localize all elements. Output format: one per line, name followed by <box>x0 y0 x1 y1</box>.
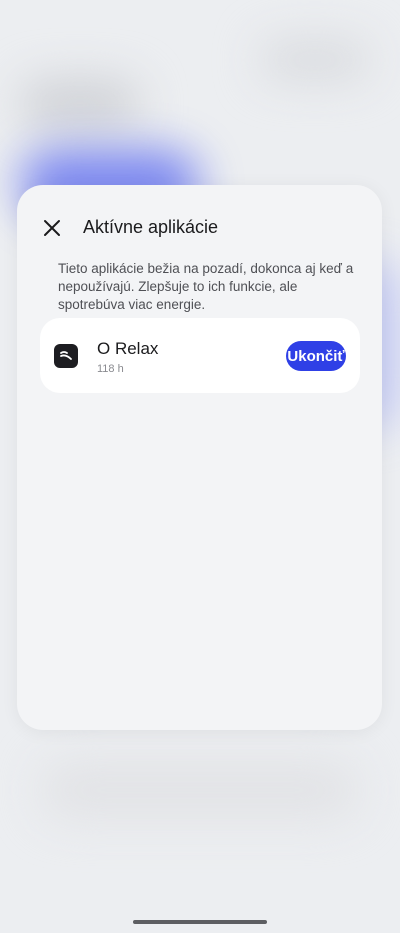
app-list-item: O Relax 118 h Ukončiť <box>40 318 360 393</box>
close-icon <box>44 220 60 236</box>
blurred-shape <box>260 40 370 80</box>
close-button[interactable] <box>39 215 65 241</box>
blurred-shape <box>40 760 360 820</box>
sheet-description: Tieto aplikácie bežia na pozadí, dokonca… <box>58 261 354 312</box>
o-relax-app-icon <box>54 344 78 368</box>
blurred-shape <box>20 80 140 130</box>
home-indicator[interactable] <box>133 920 267 924</box>
o-relax-logo-glyph <box>60 351 72 360</box>
sheet-title: Aktívne aplikácie <box>83 217 219 237</box>
stop-app-button[interactable]: Ukončiť <box>286 341 346 371</box>
app-name: O Relax <box>97 339 159 358</box>
active-apps-sheet: Aktívne aplikácie Tieto aplikácie bežia … <box>17 185 382 730</box>
app-usage-time: 118 h <box>97 363 124 375</box>
